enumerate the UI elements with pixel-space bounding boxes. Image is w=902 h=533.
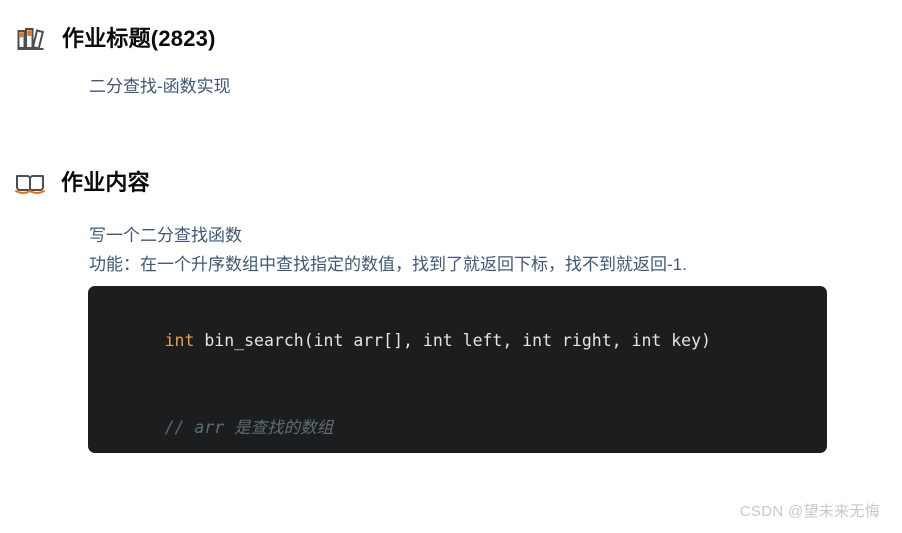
- code-block: int bin_search(int arr[], int left, int …: [88, 286, 827, 453]
- section-header-content: 作业内容: [13, 166, 150, 200]
- books-icon: [14, 22, 48, 56]
- section-header-title: 作业标题(2823): [14, 22, 216, 56]
- open-book-icon: [13, 166, 47, 200]
- homework-description: 写一个二分查找函数 功能：在一个升序数组中查找指定的数值，找到了就返回下标，找不…: [89, 221, 687, 279]
- code-line: int bin_search(int arr[], int left, int …: [88, 297, 827, 384]
- content-heading: 作业内容: [61, 169, 150, 195]
- code-token-comment: // arr 是查找的数组: [164, 418, 334, 437]
- page-title: 作业标题(2823): [62, 25, 216, 51]
- csdn-watermark: CSDN @望未来无悔: [739, 503, 880, 520]
- description-line: 功能：在一个升序数组中查找指定的数值，找到了就返回下标，找不到就返回-1.: [89, 255, 687, 274]
- homework-page: 作业标题(2823) 二分查找-函数实现 作业内容 写一个二分查找函数 功能：在…: [0, 0, 902, 533]
- code-token-signature: bin_search(int arr[], int left, int righ…: [194, 331, 711, 350]
- code-token-keyword: int: [164, 331, 195, 350]
- description-line: 写一个二分查找函数: [89, 226, 242, 245]
- homework-title-text: 二分查找-函数实现: [89, 77, 231, 96]
- code-line: // arr 是查找的数组: [88, 384, 827, 453]
